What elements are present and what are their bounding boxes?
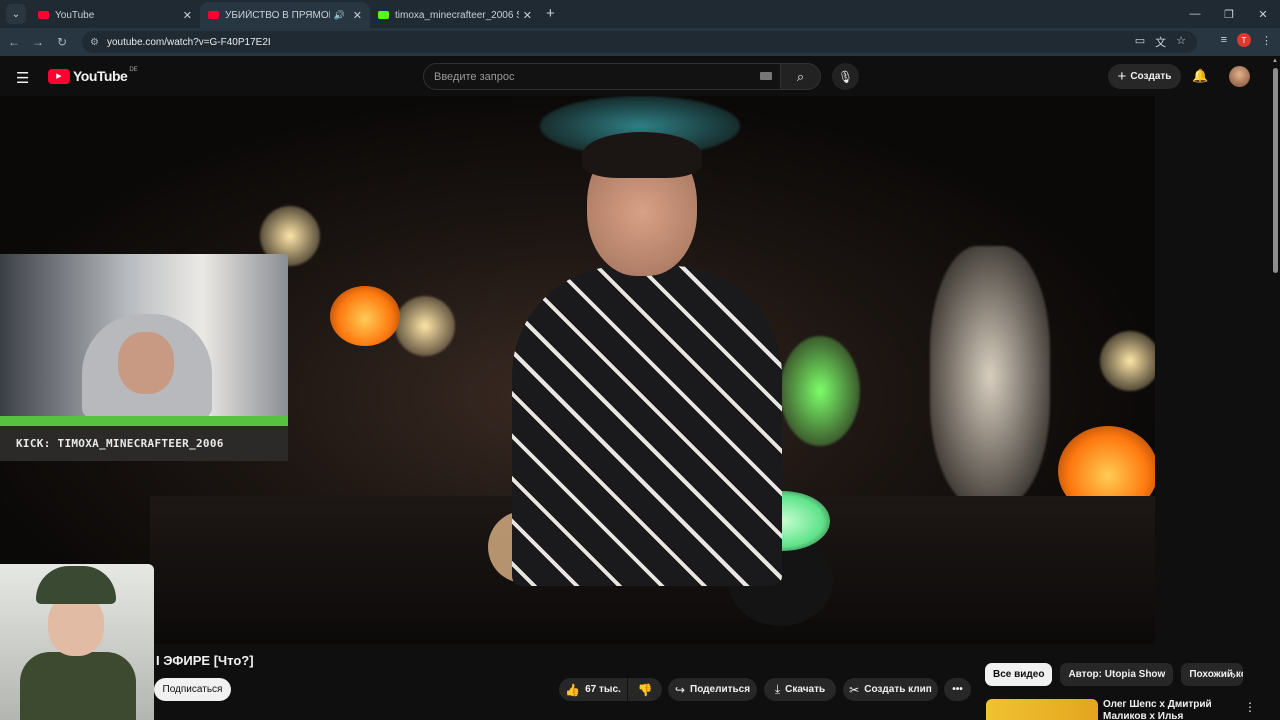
browser-tab-strip: ⌄ YouTube ✕ УБИЙСТВО В ПРЯМОМ ЭФ 🔊 ✕ tim… bbox=[0, 0, 1280, 28]
browser-tab-youtube[interactable]: YouTube ✕ bbox=[30, 2, 200, 28]
share-button[interactable]: ↪ Поделиться bbox=[668, 678, 757, 701]
back-arrow-icon[interactable]: ← bbox=[2, 35, 26, 49]
thumbs-up-icon: 👍 bbox=[565, 682, 581, 697]
close-icon[interactable]: ✕ bbox=[353, 9, 362, 22]
search-input[interactable]: Введите запрос bbox=[423, 63, 781, 90]
tab-search-button[interactable]: ⌄ bbox=[6, 4, 26, 24]
tab-title: YouTube bbox=[55, 9, 95, 21]
logo-text: YouTube bbox=[73, 68, 128, 84]
notifications-bell-icon[interactable]: 🔔 bbox=[1192, 68, 1208, 84]
thumbs-down-icon: 👎 bbox=[637, 682, 653, 697]
skeleton bbox=[930, 246, 1050, 506]
download-button[interactable]: ⤓ Скачать bbox=[764, 678, 836, 701]
candle-light bbox=[1100, 331, 1155, 391]
address-bar[interactable]: ⚙ youtube.com/watch?v=G-F40P17E2I bbox=[82, 31, 1197, 53]
share-label: Поделиться bbox=[690, 684, 751, 695]
chip-all-videos[interactable]: Все видео bbox=[985, 663, 1053, 686]
recommendation-thumbnail[interactable] bbox=[986, 699, 1098, 720]
scissors-icon: ✂ bbox=[849, 682, 860, 697]
like-button[interactable]: 👍 67 тыс. bbox=[559, 678, 627, 701]
streamer-face bbox=[118, 332, 174, 394]
scrollbar-thumb[interactable] bbox=[1273, 68, 1278, 273]
search-icon: ⌕ bbox=[796, 68, 805, 84]
chevron-down-icon: ⌄ bbox=[11, 8, 21, 20]
cast-icon[interactable]: ▭ bbox=[1135, 34, 1145, 50]
region-code: DE bbox=[129, 67, 138, 73]
keyboard-icon[interactable] bbox=[760, 72, 772, 80]
subscribe-button[interactable]: Подписаться bbox=[154, 678, 231, 701]
youtube-logo[interactable]: ▶ YouTube DE bbox=[48, 67, 138, 84]
window-controls: — ❐ ✕ bbox=[1178, 0, 1280, 28]
tab-title: timoxa_minecrafteer_2006 Stre bbox=[395, 9, 519, 21]
kick-favicon-icon bbox=[378, 11, 389, 19]
reading-list-icon[interactable]: ≡ bbox=[1221, 34, 1227, 46]
profile-avatar[interactable]: T bbox=[1237, 33, 1251, 47]
browser-right-actions: ≡ T ⋮ bbox=[1221, 33, 1272, 47]
host-hair bbox=[582, 132, 702, 178]
browser-tab-video[interactable]: УБИЙСТВО В ПРЯМОМ ЭФ 🔊 ✕ bbox=[200, 2, 370, 28]
youtube-play-icon: ▶ bbox=[48, 68, 70, 84]
close-icon[interactable]: ✕ bbox=[183, 9, 192, 22]
close-icon[interactable]: ✕ bbox=[523, 9, 532, 22]
chip-author[interactable]: Автор: Utopia Show bbox=[1060, 663, 1174, 686]
hamburger-menu-icon[interactable]: ☰ bbox=[16, 69, 29, 87]
youtube-header: ☰ ▶ YouTube DE Введите запрос ⌕ 🎙 + Созд… bbox=[0, 56, 1280, 96]
search-button[interactable]: ⌕ bbox=[781, 63, 821, 90]
kick-green-bar bbox=[0, 416, 288, 426]
second-webcam bbox=[0, 564, 154, 720]
browser-tab-kick[interactable]: timoxa_minecrafteer_2006 Stre ✕ bbox=[370, 2, 540, 28]
close-window-icon[interactable]: ✕ bbox=[1246, 0, 1280, 28]
uniform bbox=[20, 652, 136, 720]
account-avatar[interactable] bbox=[1229, 66, 1250, 87]
minimize-icon[interactable]: — bbox=[1178, 0, 1212, 28]
forward-arrow-icon[interactable]: → bbox=[26, 35, 50, 49]
kick-channel-label: KICK: TIMOXA_MINECRAFTEER_2006 bbox=[0, 426, 288, 461]
browser-toolbar: ← → ↻ ⚙ youtube.com/watch?v=G-F40P17E2I … bbox=[0, 28, 1280, 56]
tab-title: УБИЙСТВО В ПРЯМОМ ЭФ bbox=[225, 9, 330, 21]
chevron-right-icon[interactable]: › bbox=[1232, 668, 1236, 682]
create-clip-button[interactable]: ✂ Создать клип bbox=[843, 678, 938, 701]
speaker-icon[interactable]: 🔊 bbox=[334, 10, 345, 21]
more-horizontal-icon: ••• bbox=[952, 684, 963, 695]
microphone-icon: 🎙 bbox=[837, 69, 854, 84]
share-arrow-icon: ↪ bbox=[674, 682, 686, 697]
candle-light bbox=[395, 296, 455, 356]
like-count: 67 тыс. bbox=[585, 684, 621, 695]
reload-icon[interactable]: ↻ bbox=[50, 35, 74, 49]
streamer-webcam: KICK: TIMOXA_MINECRAFTEER_2006 bbox=[0, 254, 288, 461]
new-tab-plus-icon[interactable]: + bbox=[546, 5, 555, 22]
translate-icon[interactable]: 文 bbox=[1155, 34, 1166, 50]
site-info-icon[interactable]: ⚙ bbox=[90, 37, 99, 48]
search-placeholder: Введите запрос bbox=[434, 70, 515, 83]
scroll-up-icon[interactable]: ▲ bbox=[1272, 58, 1278, 64]
plus-icon: + bbox=[1117, 68, 1127, 85]
pumpkin-lantern bbox=[330, 286, 400, 346]
military-cap bbox=[36, 566, 116, 604]
download-icon: ⤓ bbox=[774, 682, 781, 696]
filter-chips: Все видео Автор: Utopia Show Похожий ко bbox=[985, 663, 1244, 686]
host-jacket bbox=[512, 266, 782, 586]
video-title: І ЭФИРЕ [Что?] bbox=[156, 653, 254, 668]
youtube-favicon-icon bbox=[208, 11, 219, 19]
bookmark-star-icon[interactable]: ☆ bbox=[1176, 34, 1186, 50]
page-scrollbar[interactable]: ▲ bbox=[1270, 56, 1280, 720]
more-actions-button[interactable]: ••• bbox=[944, 678, 971, 701]
create-button[interactable]: + Создать bbox=[1108, 64, 1181, 89]
green-potion-light bbox=[780, 336, 860, 446]
recommendation-title[interactable]: Олег Шепс x Дмитрий Маликов x Илья Собол… bbox=[1103, 699, 1228, 720]
browser-menu-icon[interactable]: ⋮ bbox=[1261, 34, 1272, 47]
omnibox-actions: ▭ 文 ☆ bbox=[1135, 34, 1186, 50]
dislike-button[interactable]: 👎 bbox=[628, 678, 662, 701]
create-label: Создать bbox=[1130, 71, 1172, 82]
maximize-icon[interactable]: ❐ bbox=[1212, 0, 1246, 28]
url-text: youtube.com/watch?v=G-F40P17E2I bbox=[106, 36, 271, 48]
youtube-favicon-icon bbox=[38, 11, 49, 19]
download-label: Скачать bbox=[785, 684, 826, 695]
more-vertical-icon[interactable]: ⋮ bbox=[1244, 700, 1256, 714]
voice-search-button[interactable]: 🎙 bbox=[832, 63, 859, 90]
clip-label: Создать клип bbox=[864, 684, 932, 695]
